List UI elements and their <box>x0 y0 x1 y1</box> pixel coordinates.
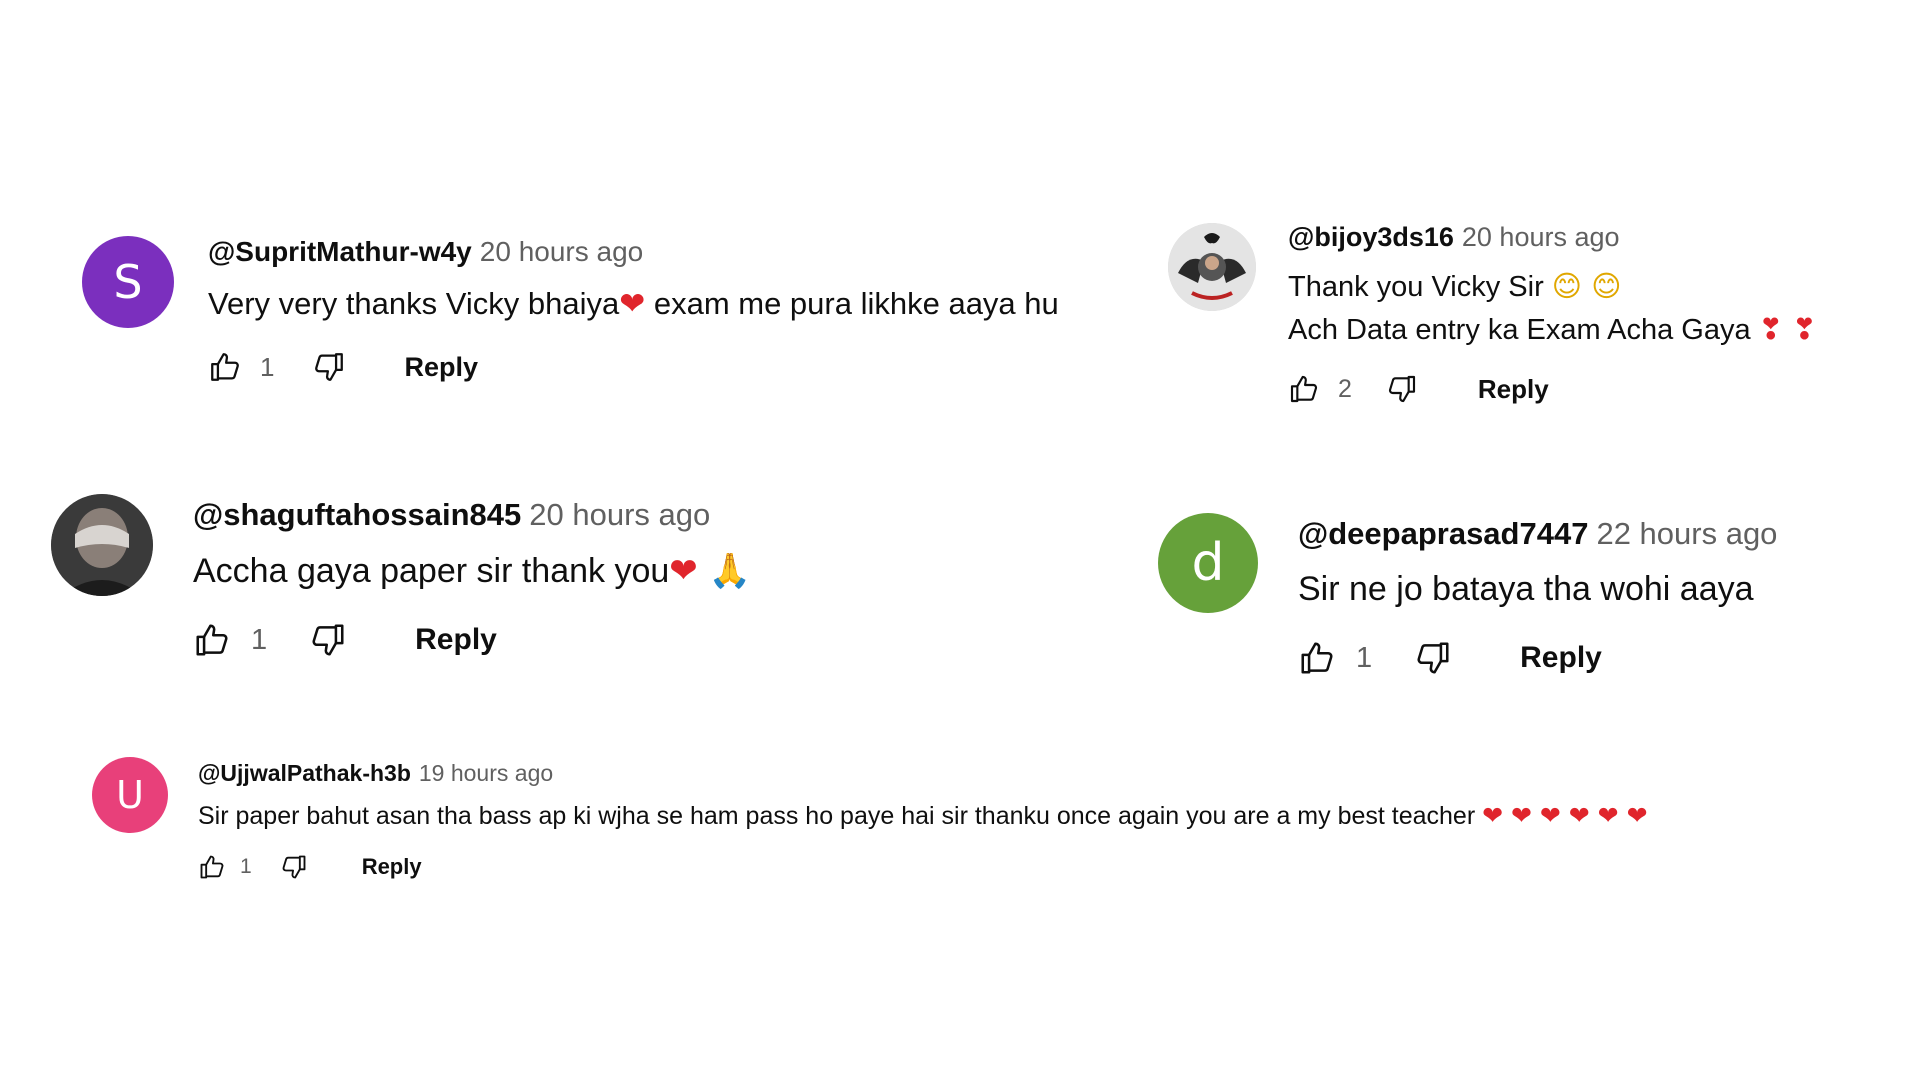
comment-time[interactable]: 20 hours ago <box>480 236 643 267</box>
like-count: 1 <box>260 351 275 382</box>
smile-emoji: 😊 😊 <box>1551 269 1622 303</box>
comment-body: @UjjwalPathak-h3b 19 hours ago Sir paper … <box>198 760 1648 881</box>
comment-actions: 2 Reply <box>1288 373 1817 405</box>
thumbs-up-icon <box>1290 375 1318 403</box>
thumbs-up-icon <box>200 855 224 879</box>
thumbs-down-icon <box>1417 642 1449 674</box>
like-count: 2 <box>1338 374 1352 403</box>
comment-text: Sir paper bahut asan tha bass ap ki wjha… <box>198 801 1648 831</box>
heart-exclamation-emoji: ❣ ❣ <box>1758 312 1817 346</box>
comment-author[interactable]: @bijoy3ds16 <box>1288 222 1454 252</box>
comment-text-part: Very very thanks Vicky bhaiya <box>208 286 620 321</box>
avatar[interactable] <box>1168 223 1256 311</box>
reply-button[interactable]: Reply <box>404 352 478 383</box>
comment-text-part: Sir paper bahut asan tha bass ap ki wjha… <box>198 802 1483 830</box>
avatar-letter: U <box>116 773 144 817</box>
comment-text: Accha gaya paper sir thank you❤ 🙏 <box>193 551 751 591</box>
comment-actions: 1 Reply <box>208 350 1059 384</box>
avatar[interactable] <box>51 494 153 596</box>
comment-actions: 1 Reply <box>1298 639 1777 677</box>
heart-pray-emoji: ❤ 🙏 <box>669 551 751 591</box>
avatar[interactable]: U <box>92 757 168 833</box>
comment-body: @deepaprasad7447 22 hours ago Sir ne jo b… <box>1298 516 1777 677</box>
like-button[interactable] <box>208 350 242 384</box>
avatar-image <box>1168 223 1256 311</box>
dislike-button[interactable] <box>309 621 347 659</box>
like-button[interactable] <box>193 621 231 659</box>
comment-text: Very very thanks Vicky bhaiya❤ exam me p… <box>208 286 1059 322</box>
dislike-button[interactable] <box>280 853 308 881</box>
heart-emoji: ❤ <box>619 286 646 322</box>
comment-time[interactable]: 20 hours ago <box>1462 222 1620 252</box>
dislike-button[interactable] <box>312 350 346 384</box>
comment-body: @bijoy3ds16 20 hours ago Thank you Vicky … <box>1288 222 1817 405</box>
like-count: 1 <box>251 623 268 656</box>
comment-text: Ach Data entry ka Exam Acha Gaya ❣ ❣ <box>1288 312 1817 347</box>
avatar-letter: d <box>1191 533 1225 593</box>
reply-button[interactable]: Reply <box>362 854 422 880</box>
comment-time[interactable]: 22 hours ago <box>1596 516 1777 551</box>
comment-text-part: exam me pura likhke aaya hu <box>645 286 1059 321</box>
comment-body: @shaguftahossain845 20 hours ago Accha ga… <box>193 497 751 659</box>
like-button[interactable] <box>1288 373 1320 405</box>
comment-time[interactable]: 20 hours ago <box>529 497 710 532</box>
reply-button[interactable]: Reply <box>1520 641 1602 675</box>
avatar[interactable]: S <box>82 236 174 328</box>
comment-actions: 1 Reply <box>193 621 751 659</box>
comment-text-part: Sir ne jo bataya tha wohi aaya <box>1298 570 1754 608</box>
heart-emoji: ❤ ❤ ❤ ❤ ❤ ❤ <box>1482 801 1648 830</box>
comment-author[interactable]: @deepaprasad7447 <box>1298 516 1588 551</box>
thumbs-down-icon <box>1388 375 1415 403</box>
like-button[interactable] <box>1298 639 1336 677</box>
reply-button[interactable]: Reply <box>415 623 497 657</box>
comment-text-part: Accha gaya paper sir thank you <box>193 552 670 590</box>
thumbs-up-icon <box>211 353 239 381</box>
thumbs-up-icon <box>1301 642 1333 674</box>
avatar[interactable]: d <box>1158 513 1258 613</box>
dislike-button[interactable] <box>1414 639 1452 677</box>
like-count: 1 <box>240 855 252 878</box>
avatar-letter: S <box>113 255 143 309</box>
thumbs-down-icon <box>312 624 344 656</box>
like-button[interactable] <box>198 853 226 881</box>
comment-body: @SupritMathur-w4y 20 hours ago Very very … <box>208 236 1059 384</box>
reply-button[interactable]: Reply <box>1478 374 1549 405</box>
thumbs-down-icon <box>282 855 306 879</box>
comment-time[interactable]: 19 hours ago <box>419 760 553 786</box>
thumbs-down-icon <box>315 353 344 381</box>
thumbs-up-icon <box>196 624 228 656</box>
comment-author[interactable]: @UjjwalPathak-h3b <box>198 760 411 786</box>
avatar-image <box>51 494 153 596</box>
comment-text: Sir ne jo bataya tha wohi aaya <box>1298 570 1777 609</box>
comment-actions: 1 Reply <box>198 853 1648 881</box>
like-count: 1 <box>1356 641 1373 674</box>
comment-text: Thank you Vicky Sir 😊 😊 <box>1288 269 1817 304</box>
comment-author[interactable]: @SupritMathur-w4y <box>208 236 472 267</box>
comment-text-part: Ach Data entry ka Exam Acha Gaya <box>1288 314 1759 346</box>
comment-text-part: Thank you Vicky Sir <box>1288 271 1552 303</box>
dislike-button[interactable] <box>1386 373 1418 405</box>
comment-author[interactable]: @shaguftahossain845 <box>193 497 521 532</box>
